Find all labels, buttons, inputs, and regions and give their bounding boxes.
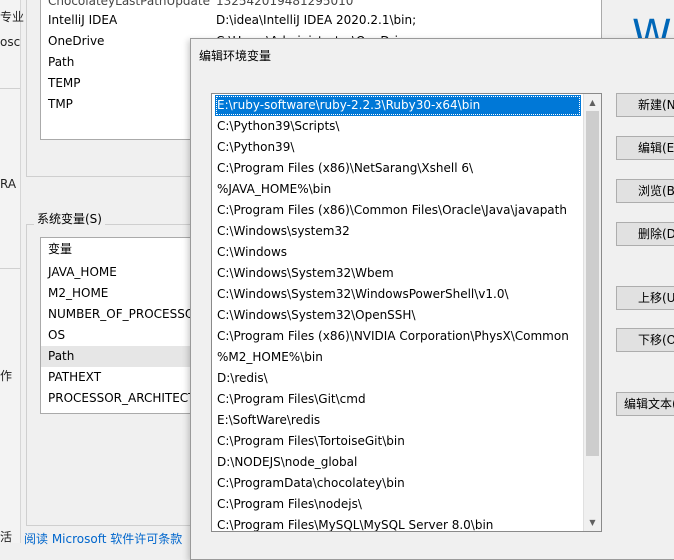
path-item[interactable]: D:\redis\ [215,368,581,389]
path-item[interactable]: C:\Python39\ [215,137,581,158]
path-item[interactable]: C:\Program Files\MySQL\MySQL Server 8.0\… [215,515,581,531]
strip-label-3: RA [0,177,17,191]
path-item[interactable]: C:\ProgramData\chocolatey\bin [215,473,581,494]
edit-text-button[interactable]: 编辑文本(T)... [616,392,674,416]
strip-divider [0,88,20,89]
user-var-name[interactable]: OneDrive [48,31,104,52]
system-var-name[interactable]: Path [48,346,74,367]
user-var-name[interactable]: Path [48,52,74,73]
browse-button[interactable]: 浏览(B)... [616,179,674,203]
strip-label-2: osc [0,35,21,49]
path-item[interactable]: %M2_HOME%\bin [215,347,581,368]
path-item[interactable]: E:\SoftWare\redis [215,410,581,431]
path-item[interactable]: C:\Windows\System32\OpenSSH\ [215,305,581,326]
system-var-name[interactable]: M2_HOME [48,283,108,304]
user-var-name[interactable]: TMP [48,94,73,115]
background-left-strip: 专业 osc RA 作 活 [0,0,25,544]
path-item[interactable]: C:\Program Files\Git\cmd [215,389,581,410]
path-item[interactable]: C:\Program Files\nodejs\ [215,494,581,515]
new-button[interactable]: 新建(N) [616,93,674,117]
path-item[interactable]: C:\Windows\System32\Wbem [215,263,581,284]
path-list-scrollbar[interactable]: ▲ ▼ [583,94,601,531]
edit-button[interactable]: 编辑(E) [616,136,674,160]
delete-button[interactable]: 删除(D) [616,222,674,246]
move-up-button[interactable]: 上移(U) [616,286,674,310]
path-item[interactable]: C:\Python39\Scripts\ [215,116,581,137]
strip-label-4: 作 [0,369,13,383]
path-item[interactable]: C:\Program Files (x86)\Common Files\Orac… [215,200,581,221]
path-item[interactable]: C:\Windows\System32\WindowsPowerShell\v1… [215,284,581,305]
path-item[interactable]: C:\Program Files (x86)\NetSarang\Xshell … [215,158,581,179]
strip-label-1: 专业 [0,10,25,24]
path-item[interactable]: C:\Windows [215,242,581,263]
strip-label-5: 活 [0,530,13,544]
system-var-name[interactable]: OS [48,325,65,346]
strip-divider [0,268,20,269]
path-list[interactable]: E:\ruby-software\ruby-2.2.3\Ruby30-x64\b… [211,93,602,532]
scroll-up-arrow-icon[interactable]: ▲ [584,94,601,111]
dialog-title: 编辑环境变量 [199,49,272,63]
system-vars-header[interactable]: 变量 [48,239,72,260]
path-item[interactable]: C:\Program Files (x86)\NVIDIA Corporatio… [215,326,581,347]
user-var-name[interactable]: TEMP [48,73,81,94]
path-item[interactable]: %JAVA_HOME%\bin [215,179,581,200]
path-item[interactable]: D:\NODEJS\node_global [215,452,581,473]
scroll-down-arrow-icon[interactable]: ▼ [584,514,601,531]
system-var-name[interactable]: PATHEXT [48,367,101,388]
path-item[interactable]: C:\Program Files\TortoiseGit\bin [215,431,581,452]
scroll-thumb[interactable] [586,111,599,456]
user-var-name[interactable]: IntelliJ IDEA [48,10,117,31]
system-var-name[interactable]: NUMBER_OF_PROCESSORS [48,304,210,325]
user-var-value[interactable]: D:\idea\IntelliJ IDEA 2020.2.1\bin; [216,10,416,31]
system-var-name[interactable]: JAVA_HOME [48,262,117,283]
system-variables-label: 系统变量(S) [34,210,105,227]
path-item[interactable]: E:\ruby-software\ruby-2.2.3\Ruby30-x64\b… [215,95,581,116]
path-item[interactable]: C:\Windows\system32 [215,221,581,242]
license-link[interactable]: 阅读 Microsoft 软件许可条款 [24,530,182,547]
edit-env-dialog: 编辑环境变量 E:\ruby-software\ruby-2.2.3\Ruby3… [190,38,674,560]
move-down-button[interactable]: 下移(O) [616,328,674,352]
